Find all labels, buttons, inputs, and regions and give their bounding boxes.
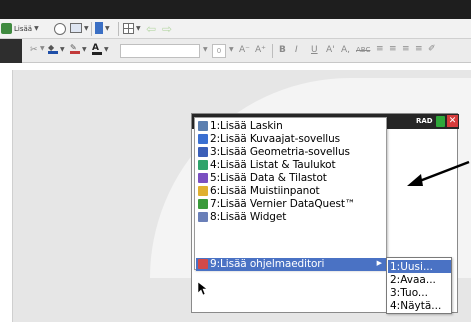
toolbar-divider bbox=[272, 44, 273, 58]
undo-arrow-icon: ⇦ bbox=[146, 22, 157, 36]
mouse-pointer-icon bbox=[198, 282, 208, 296]
graphs-icon bbox=[198, 134, 208, 145]
submenu-item-label: 2:Avaa... bbox=[390, 273, 436, 286]
text-color-button[interactable]: A ▼ bbox=[92, 44, 109, 55]
menu-item-label: 7:Lisää Vernier DataQuest™ bbox=[210, 198, 356, 211]
chevron-down-icon: ▼ bbox=[82, 45, 87, 53]
chevron-down-icon: ▼ bbox=[105, 24, 110, 32]
templates-icon bbox=[70, 23, 82, 33]
submenu-item-new[interactable]: 1:Uusi... bbox=[388, 260, 451, 273]
variables-button[interactable] bbox=[54, 23, 66, 35]
text-color-icon: A bbox=[92, 44, 102, 55]
program-editor-submenu: 1:Uusi... 2:Avaa... 3:Tuo... 4:Näytä... bbox=[386, 257, 452, 314]
menu-item-insert-calculator[interactable]: 1:Lisää Laskin bbox=[196, 120, 386, 133]
undo-button[interactable]: ⇦ bbox=[146, 22, 156, 36]
font-family-select[interactable] bbox=[120, 44, 200, 58]
menu-item-insert-notes[interactable]: 6:Lisää Muistiinpanot bbox=[196, 185, 386, 198]
chevron-down-icon: ▼ bbox=[84, 24, 89, 32]
sidebar-strip bbox=[0, 39, 22, 63]
templates-button[interactable]: ▼ bbox=[70, 23, 89, 33]
pencil-icon: ✎ bbox=[70, 44, 80, 54]
menu-item-insert-geometry[interactable]: 3:Lisää Geometria-sovellus bbox=[196, 146, 386, 159]
angle-mode-indicator: RAD bbox=[416, 117, 433, 125]
strikethrough-icon[interactable]: ABC bbox=[356, 46, 370, 54]
chevron-down-icon: ▼ bbox=[104, 46, 109, 53]
menu-item-insert-data-statistics[interactable]: 5:Lisää Data & Tilastot bbox=[196, 172, 386, 185]
menu-item-insert-graphs[interactable]: 2:Lisää Kuvaajat-sovellus bbox=[196, 133, 386, 146]
pen-icon[interactable]: ✐ bbox=[428, 44, 436, 54]
italic-icon[interactable]: I bbox=[295, 45, 298, 55]
menu-item-label: 5:Lisää Data & Tilastot bbox=[210, 172, 327, 185]
menu-item-label: 8:Lisää Widget bbox=[210, 211, 287, 224]
redo-arrow-icon: ⇨ bbox=[162, 22, 173, 36]
submenu-item-view[interactable]: 4:Näytä... bbox=[388, 299, 451, 312]
submenu-item-label: 1:Uusi... bbox=[390, 260, 433, 273]
main-toolbar: Lisää ▼ ▼ ▼ ▼ ⇦ ⇨ bbox=[0, 19, 471, 39]
chevron-down-icon: ▼ bbox=[34, 25, 39, 32]
document-margin bbox=[0, 64, 12, 322]
notes-icon bbox=[198, 186, 208, 197]
program-editor-icon bbox=[198, 259, 208, 270]
insert-icon bbox=[1, 23, 12, 34]
grid-icon bbox=[123, 23, 134, 34]
superscript-icon[interactable]: A' bbox=[326, 45, 335, 55]
insert-menu: 1:Lisää Laskin 2:Lisää Kuvaajat-sovellus… bbox=[194, 117, 387, 271]
title-bar bbox=[0, 0, 471, 19]
redo-button[interactable]: ⇨ bbox=[162, 22, 172, 36]
menu-item-label: 9:Lisää ohjelmaeditori bbox=[210, 258, 325, 271]
table-layout-button[interactable]: ▼ bbox=[123, 23, 141, 34]
menu-item-label: 4:Lisää Listat & Taulukot bbox=[210, 159, 336, 172]
menu-item-label: 1:Lisää Laskin bbox=[210, 120, 283, 133]
menu-item-insert-program-editor[interactable]: 9:Lisää ohjelmaeditori ▶ bbox=[196, 258, 386, 271]
close-icon[interactable]: ✕ bbox=[447, 115, 458, 127]
lists-spreadsheet-icon bbox=[198, 160, 208, 171]
menu-item-label: 2:Lisää Kuvaajat-sovellus bbox=[210, 133, 341, 146]
chevron-right-icon: ▶ bbox=[376, 259, 382, 267]
menu-item-label: 6:Lisää Muistiinpanot bbox=[210, 185, 320, 198]
subscript-icon[interactable]: A, bbox=[341, 45, 350, 55]
insert-button[interactable]: Lisää ▼ bbox=[1, 23, 39, 34]
menu-item-insert-widget[interactable]: 8:Lisää Widget bbox=[196, 211, 386, 224]
submenu-item-label: 4:Näytä... bbox=[390, 299, 442, 312]
chevron-down-icon[interactable]: ▼ bbox=[229, 46, 234, 53]
line-color-button[interactable]: ✎ ▼ bbox=[70, 44, 87, 54]
chevron-down-icon: ▼ bbox=[136, 25, 141, 32]
toolbar-divider bbox=[118, 22, 119, 36]
submenu-item-label: 3:Tuo... bbox=[390, 286, 428, 299]
data-statistics-icon bbox=[198, 173, 208, 184]
variables-icon bbox=[54, 23, 66, 35]
font-size-select[interactable]: 0 bbox=[212, 44, 226, 58]
chevron-down-icon: ▼ bbox=[60, 45, 65, 53]
format-toolbar: ✂ ▼ ◆ ▼ ✎ ▼ A ▼ ▼ 0 ▼ A⁻ A⁺ B I U A' A, … bbox=[0, 39, 471, 63]
battery-icon bbox=[436, 116, 445, 127]
widget-icon bbox=[198, 212, 208, 223]
font-decrease-icon[interactable]: A⁻ bbox=[239, 45, 250, 55]
menu-item-label: 3:Lisää Geometria-sovellus bbox=[210, 146, 350, 159]
chevron-down-icon[interactable]: ▼ bbox=[203, 46, 208, 53]
app-window: Lisää ▼ ▼ ▼ ▼ ⇦ ⇨ ✂ ▼ ◆ ▼ ✎ ▼ A ▼ ▼ 0 ▼ … bbox=[0, 0, 471, 322]
insert-button-label: Lisää bbox=[14, 24, 33, 33]
align-center-icon[interactable]: ≡ bbox=[389, 44, 397, 54]
chevron-down-icon: ▼ bbox=[40, 45, 45, 52]
fill-bucket-icon: ◆ bbox=[48, 44, 58, 54]
submenu-item-open[interactable]: 2:Avaa... bbox=[388, 273, 451, 286]
submenu-item-import[interactable]: 3:Tuo... bbox=[388, 286, 451, 299]
bold-icon[interactable]: B bbox=[279, 45, 286, 55]
font-increase-icon[interactable]: A⁺ bbox=[255, 45, 266, 55]
toolbar-divider bbox=[91, 22, 92, 36]
cut-icon[interactable]: ✂ bbox=[30, 45, 38, 55]
annotation-arrow-icon bbox=[407, 160, 470, 186]
geometry-icon bbox=[198, 147, 208, 158]
underline-icon[interactable]: U bbox=[311, 45, 318, 55]
align-left-icon[interactable]: ≡ bbox=[376, 44, 384, 54]
page-layout-icon bbox=[95, 22, 103, 34]
fill-color-button[interactable]: ◆ ▼ bbox=[48, 44, 65, 54]
menu-item-insert-vernier-dataquest[interactable]: 7:Lisää Vernier DataQuest™ bbox=[196, 198, 386, 211]
vernier-dataquest-icon bbox=[198, 199, 208, 210]
align-right-icon[interactable]: ≡ bbox=[402, 44, 410, 54]
menu-item-insert-lists-spreadsheet[interactable]: 4:Lisää Listat & Taulukot bbox=[196, 159, 386, 172]
calculator-icon bbox=[198, 121, 208, 132]
page-layout-button[interactable]: ▼ bbox=[95, 22, 110, 34]
align-justify-icon[interactable]: ≡ bbox=[415, 44, 423, 54]
